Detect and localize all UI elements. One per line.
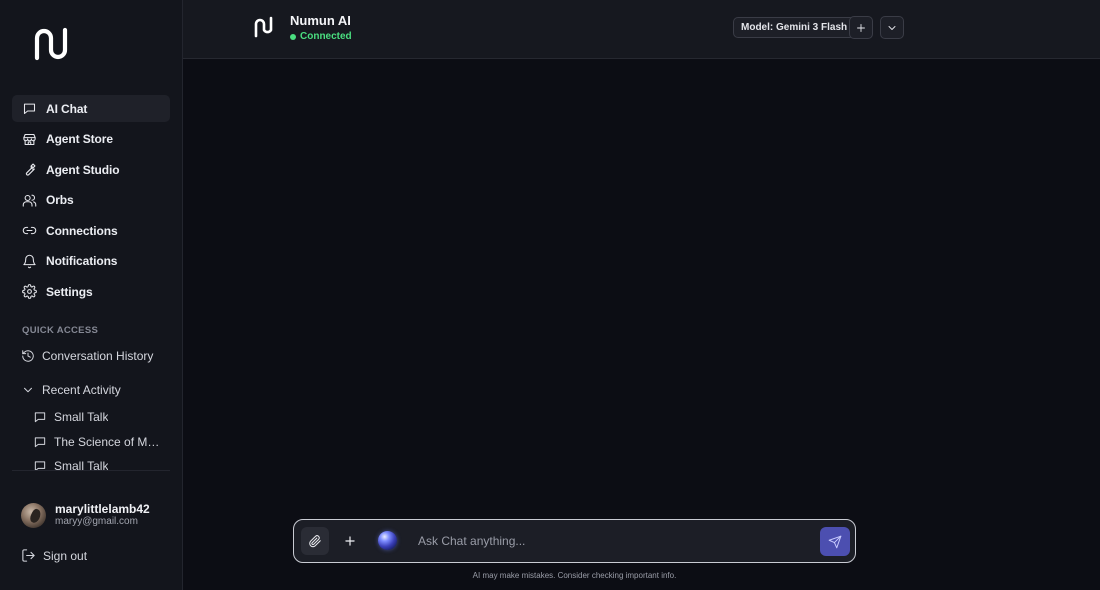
conversation-history-link[interactable]: Conversation History — [21, 349, 153, 363]
chevron-down-icon — [888, 25, 896, 30]
add-button[interactable] — [341, 532, 359, 550]
user-profile[interactable]: marylittlelamb42 maryy@gmail.com — [21, 502, 150, 528]
status-dot-icon — [290, 33, 296, 40]
link-icon — [21, 223, 37, 239]
recent-item-label: The Science of Ma... — [54, 434, 162, 449]
status-label: Connected — [300, 31, 352, 42]
quick-access-title: QUICK ACCESS — [22, 325, 99, 336]
send-button[interactable] — [820, 527, 850, 556]
sidebar: AI Chat Agent Store Agent Studio Orbs Co… — [0, 0, 183, 590]
chevron-down-icon — [24, 387, 32, 393]
users-icon — [21, 192, 37, 208]
sidebar-item-label: Agent Studio — [46, 162, 120, 177]
recent-activity-label: Recent Activity — [42, 383, 121, 397]
recent-item-label: Small Talk — [54, 410, 109, 425]
sidebar-item-connections[interactable]: Connections — [12, 217, 170, 244]
recent-activity-toggle[interactable]: Recent Activity — [21, 383, 121, 397]
conversation-history-label: Conversation History — [42, 349, 154, 363]
plus-icon — [345, 536, 355, 546]
chat-bubble-icon — [21, 101, 37, 117]
sidebar-item-label: Settings — [46, 284, 93, 299]
recent-item[interactable]: Small Talk — [33, 454, 173, 471]
brand-name: Numun AI — [290, 13, 351, 28]
wrench-icon — [21, 162, 37, 178]
recent-activity-list: Small Talk The Science of Ma... Small Ta… — [33, 405, 173, 471]
chat-bubble-icon — [34, 412, 46, 423]
chat-header: Numun AI Connected Model: Gemini 3 Flash — [183, 0, 1100, 59]
recent-item[interactable]: The Science of Ma... — [33, 430, 173, 455]
sidebar-item-label: Orbs — [46, 193, 74, 207]
sidebar-item-agent-store[interactable]: Agent Store — [12, 126, 170, 153]
sidebar-item-label: Connections — [46, 223, 118, 238]
sidebar-divider — [12, 470, 170, 471]
sidebar-item-label: Notifications — [46, 254, 118, 268]
sidebar-item-orbs[interactable]: Orbs — [12, 187, 170, 214]
send-icon — [828, 535, 842, 548]
connection-status: Connected — [290, 31, 352, 42]
paperclip-icon — [309, 535, 321, 548]
disclaimer-text: AI may make mistakes. Consider checking … — [472, 571, 677, 580]
gear-icon — [21, 284, 37, 300]
app-root: AI Chat Agent Store Agent Studio Orbs Co… — [0, 0, 1100, 590]
sign-out-label: Sign out — [43, 548, 88, 563]
sidebar-item-ai-chat[interactable]: AI Chat — [12, 95, 170, 122]
avatar[interactable] — [21, 502, 46, 528]
user-info: marylittlelamb42 maryy@gmail.com — [55, 502, 150, 528]
sidebar-item-agent-studio[interactable]: Agent Studio — [12, 156, 170, 183]
more-options-button[interactable] — [880, 16, 904, 39]
user-name: marylittlelamb42 — [55, 502, 150, 516]
numun-logo-icon[interactable] — [30, 24, 70, 64]
model-selector-button[interactable]: Model: Gemini 3 Flash — [733, 17, 856, 38]
orb-selector-icon[interactable] — [378, 531, 397, 550]
sidebar-nav: AI Chat Agent Store Agent Studio Orbs Co… — [12, 95, 170, 309]
plus-icon — [857, 23, 865, 32]
user-email: maryy@gmail.com — [55, 516, 138, 527]
numun-brand-icon — [254, 16, 273, 38]
history-icon — [22, 350, 34, 362]
bell-icon — [21, 253, 37, 269]
sidebar-item-label: AI Chat — [46, 101, 88, 116]
recent-item[interactable]: Small Talk — [33, 405, 173, 430]
new-chat-button[interactable] — [849, 16, 873, 39]
sign-out-button[interactable]: Sign out — [21, 548, 87, 563]
chat-bubble-icon — [34, 437, 46, 447]
sidebar-item-settings[interactable]: Settings — [12, 278, 170, 305]
sign-out-icon — [22, 549, 35, 562]
store-icon — [21, 131, 37, 147]
chat-composer — [293, 519, 856, 563]
sidebar-item-label: Agent Store — [46, 132, 113, 146]
attach-button[interactable] — [301, 527, 329, 555]
chat-input[interactable] — [418, 530, 808, 552]
sidebar-item-notifications[interactable]: Notifications — [12, 248, 170, 275]
